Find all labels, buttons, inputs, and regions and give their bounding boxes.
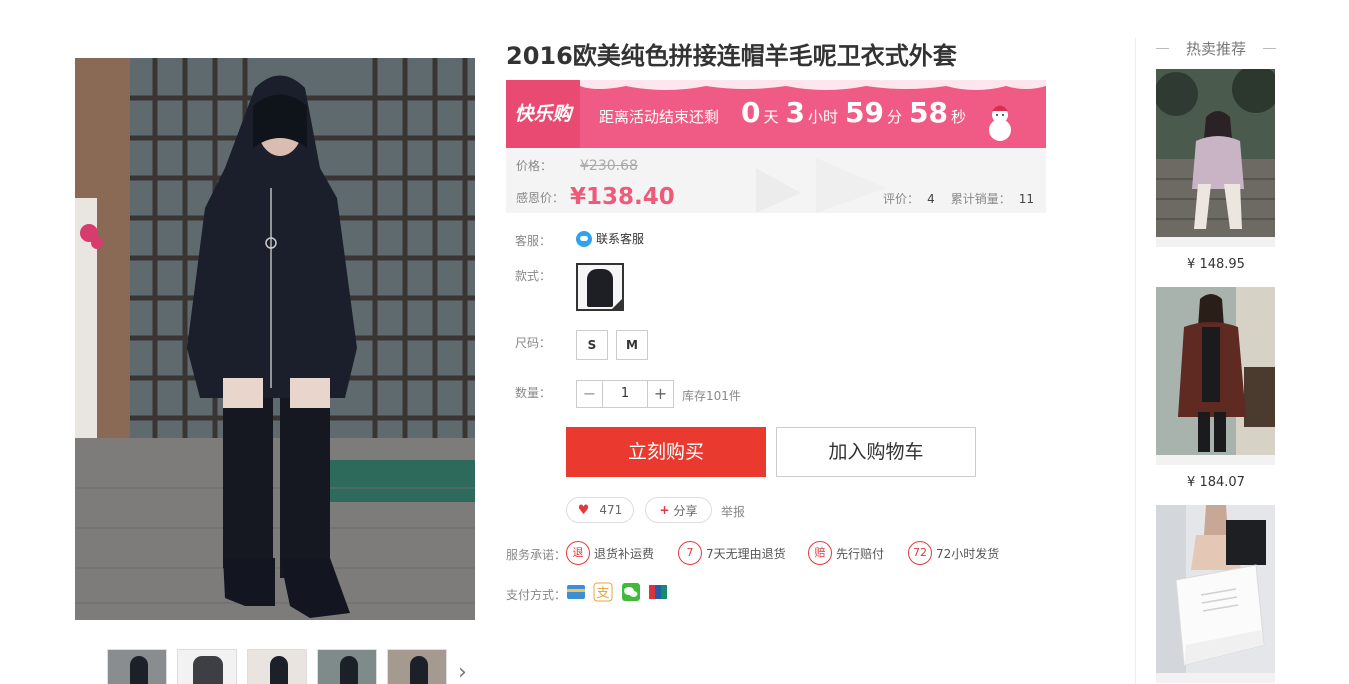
thumbnail[interactable] [107,649,167,684]
countdown-days-unit: 天 [763,108,779,126]
countdown-hours: 3 [785,96,805,129]
promo-countdown-bar: 快乐购 距离活动结束还剩 0 天 3 小时 59 分 58 秒 [506,80,1046,148]
countdown-timer: 0 天 3 小时 59 分 58 秒 [738,96,970,129]
promise-text: 先行赔付 [836,546,885,561]
hot-item-shadow-bar [1156,455,1275,465]
countdown-minutes-unit: 分 [886,108,902,126]
size-label: 尺码： [515,336,552,350]
add-to-cart-button[interactable]: 加入购物车 [776,427,976,477]
countdown-minutes: 59 [845,96,884,129]
promise-text: 退货补运费 [594,546,655,561]
thumbnail[interactable] [387,649,447,684]
hot-item[interactable] [1156,505,1276,683]
promise-item: 72 72小时发货 [908,541,999,565]
heart-icon: ♥ [577,502,590,518]
current-price: ¥138.40 [570,184,675,210]
return-shipping-icon: 退 [566,541,590,565]
report-link[interactable]: 举报 [721,503,745,520]
quantity-label: 数量： [515,386,552,400]
thumbnail-strip [107,649,447,684]
sales-count: 11 [1018,192,1034,206]
promo-logo: 快乐购 [506,80,580,148]
main-product-image [75,58,475,620]
quantity-plus-button[interactable]: + [648,381,673,407]
hot-item-price: ¥ 148.95 [1187,257,1245,272]
promise-item: 退 退货补运费 [566,541,654,565]
snowman-icon [989,105,1011,141]
alipay-icon: 支 [593,582,613,602]
hot-item[interactable]: ¥ 184.07 [1156,287,1276,490]
size-option-m[interactable]: M [616,330,648,360]
contact-service-link[interactable]: 联系客服 [576,230,644,247]
sales-label: 累计销量： [950,192,1011,206]
promise-item: 7 7天无理由退货 [678,541,786,565]
promise-item: 赔 先行赔付 [808,541,884,565]
like-button[interactable]: ♥ 471 [566,497,634,523]
hot-item[interactable]: ¥ 148.95 [1156,69,1276,272]
promise-text: 72小时发货 [936,546,1000,561]
chat-bubble-icon [576,230,592,247]
countdown-seconds: 58 [908,96,948,129]
product-title: 2016欧美纯色拼接连帽羊毛呢卫衣式外套 [506,42,957,70]
plus-icon: + [659,503,670,517]
reviews-label: 评价： [883,192,920,206]
style-label: 款式： [515,269,552,283]
share-label: 分享 [673,503,698,518]
hot-item-image [1156,287,1275,455]
hot-item-shadow-bar [1156,673,1275,683]
current-price-label: 感恩价： [516,190,565,205]
svg-text:支: 支 [596,586,609,601]
compensation-icon: 赔 [808,541,832,565]
service-label: 客服： [515,234,552,248]
size-option-s[interactable]: S [576,330,608,360]
snow-drip-decoration [506,80,1046,90]
countdown-seconds-unit: 秒 [950,108,966,126]
hot-item-price: ¥ 184.07 [1187,475,1245,490]
quantity-stepper: − 1 + [576,380,674,408]
sidebar-divider [1135,38,1136,684]
payment-label: 支付方式： [506,588,567,602]
hot-item-shadow-bar [1156,237,1275,247]
thumbnail[interactable] [317,649,377,684]
product-stats: 评价： 4 累计销量： 11 [883,190,1034,207]
original-price: ¥230.68 [580,157,638,174]
wechat-pay-icon [622,583,640,601]
unionpay-icon [649,585,667,599]
buy-now-button[interactable]: 立刻购买 [566,427,766,477]
original-price-label: 价格： [516,159,553,173]
thumbnail[interactable] [247,649,307,684]
price-panel: 价格： ¥230.68 感恩价： ¥138.40 评价： 4 累计销量： 11 [506,148,1046,213]
contact-service-text: 联系客服 [596,232,645,246]
thumbnail[interactable] [177,649,237,684]
coat-thumbnail [587,269,613,307]
countdown-hours-unit: 小时 [807,108,838,126]
hot-item-image [1156,69,1275,237]
quantity-minus-button[interactable]: − [577,381,602,407]
selected-check-icon [612,299,622,309]
seven-day-return-icon: 7 [678,541,702,565]
countdown-days: 0 [741,96,761,129]
stock-count: 库存101件 [682,389,741,403]
reviews-count[interactable]: 4 [927,192,935,206]
promise-text: 7天无理由退货 [706,546,786,561]
quantity-input[interactable]: 1 [602,381,648,407]
bank-card-icon [567,585,585,599]
hot-item-image [1156,505,1275,673]
thumbnail-next-arrow-icon[interactable]: › [458,662,476,684]
hot-recommend-title: 热卖推荐 [1156,38,1276,59]
like-count: 471 [599,503,623,517]
seventy-two-hour-ship-icon: 72 [908,541,932,565]
share-button[interactable]: + 分享 [645,497,712,523]
style-option-selected[interactable] [576,263,624,311]
countdown-label: 距离活动结束还剩 [599,108,720,126]
promises-label: 服务承诺： [506,548,567,562]
